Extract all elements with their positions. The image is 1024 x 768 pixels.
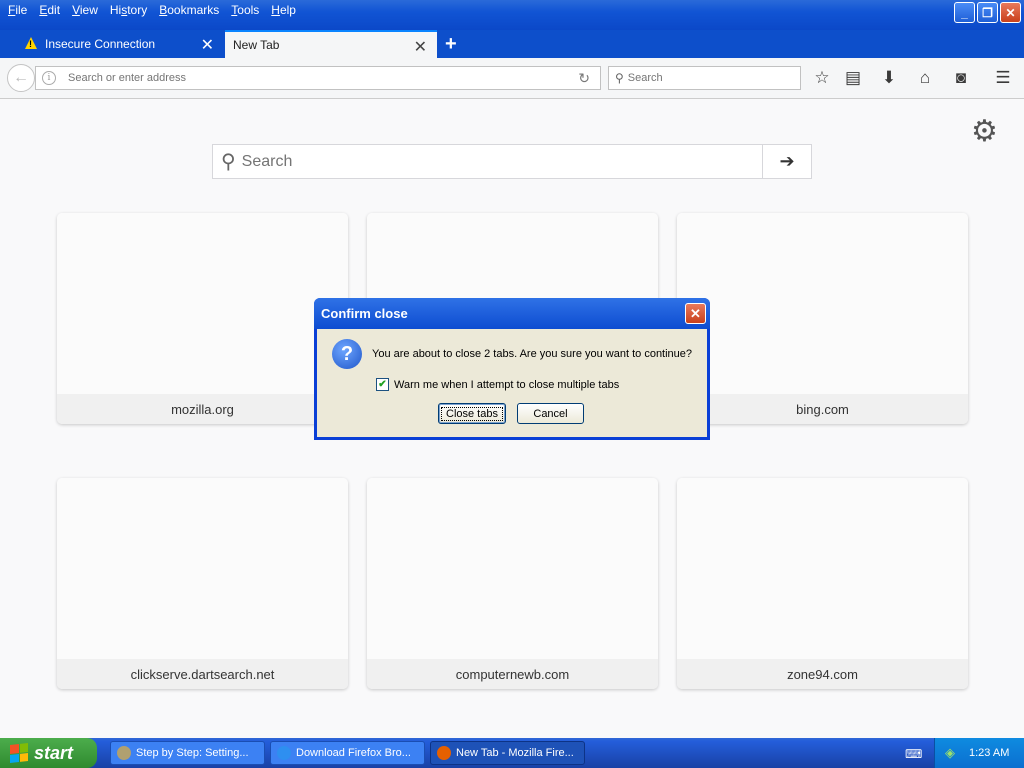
tile-thumbnail: [677, 478, 968, 659]
warning-mark-icon: !: [29, 39, 32, 49]
confirm-close-dialog: Confirm close ✕ ? You are about to close…: [314, 298, 710, 440]
tab-strip: ! Insecure Connection ✕ New Tab ✕: [0, 30, 1024, 58]
top-site-tile[interactable]: computernewb.com: [367, 478, 658, 689]
dialog-close-button[interactable]: ✕: [685, 303, 706, 324]
clock: 1:23 AM: [969, 747, 1010, 759]
taskbar-item-download-firefox[interactable]: Download Firefox Bro...: [270, 741, 425, 765]
tile-thumbnail: [677, 213, 968, 394]
top-site-tile[interactable]: mozilla.org: [57, 213, 348, 424]
system-tray: ◈ 1:23 AM: [934, 738, 1024, 768]
menu-help[interactable]: Help: [267, 3, 301, 17]
bookmark-star-icon[interactable]: ☆: [812, 68, 832, 88]
ie-icon: [277, 746, 291, 760]
content-search-input[interactable]: [241, 152, 742, 171]
tab-label: New Tab: [233, 38, 280, 52]
tab-close-icon[interactable]: ✕: [201, 35, 214, 55]
tab-label: Insecure Connection: [45, 37, 156, 51]
close-window-button[interactable]: ✕: [1000, 2, 1021, 23]
cancel-button[interactable]: Cancel: [517, 403, 584, 424]
window-controls: _ ❐ ✕: [954, 2, 1021, 23]
menu-accelerator: F: [8, 3, 16, 17]
tab-insecure-connection[interactable]: ! Insecure Connection ✕: [0, 30, 224, 58]
search-submit-button[interactable]: ➔: [762, 145, 811, 178]
search-icon: ⚲: [615, 71, 624, 85]
reload-icon[interactable]: ↻: [578, 70, 590, 87]
firefox-icon: [437, 746, 451, 760]
close-tabs-button[interactable]: Close tabs: [438, 403, 506, 424]
toolbar-search-box[interactable]: ⚲: [608, 66, 801, 90]
back-button[interactable]: ←: [7, 64, 35, 92]
app-icon: [117, 746, 131, 760]
windows-logo-icon: [10, 743, 28, 763]
menu-accelerator: H: [271, 3, 280, 17]
menu-history[interactable]: History: [106, 3, 152, 17]
keyboard-icon[interactable]: ⌨: [905, 747, 922, 761]
taskbar-item-new-tab-firefox[interactable]: New Tab - Mozilla Fire...: [430, 741, 585, 765]
network-icon[interactable]: ◈: [945, 745, 955, 761]
top-site-tile[interactable]: clickserve.dartsearch.net: [57, 478, 348, 689]
menu-view[interactable]: View: [68, 3, 103, 17]
url-bar[interactable]: i ↻: [35, 66, 601, 90]
dialog-message: You are about to close 2 tabs. Are you s…: [372, 348, 693, 360]
minimize-button[interactable]: _: [954, 2, 975, 23]
top-site-tile[interactable]: zone94.com: [677, 478, 968, 689]
menu-accelerator: E: [39, 3, 48, 17]
taskbar: start Step by Step: Setting... Download …: [0, 738, 1024, 768]
start-label: start: [34, 742, 74, 763]
taskbar-item-label: Step by Step: Setting...: [136, 747, 249, 759]
warn-checkbox-row[interactable]: ✔ Warn me when I attempt to close multip…: [376, 378, 619, 391]
title-bar: File Edit View History Bookmarks Tools H…: [0, 0, 1024, 30]
menu-edit[interactable]: Edit: [35, 3, 65, 17]
warn-checkbox[interactable]: ✔: [376, 378, 389, 391]
menu-tools[interactable]: Tools: [227, 3, 264, 17]
tab-new-tab[interactable]: New Tab ✕: [225, 30, 437, 58]
search-icon: ⚲: [221, 151, 236, 173]
home-icon[interactable]: ⌂: [915, 68, 935, 88]
menu-hamburger-icon[interactable]: ☰: [993, 68, 1013, 88]
menu-accelerator: s: [121, 3, 128, 17]
dialog-title: Confirm close: [314, 298, 710, 329]
tab-close-icon[interactable]: ✕: [414, 37, 427, 57]
taskbar-item-label: Download Firefox Bro...: [296, 747, 411, 759]
gear-icon[interactable]: ⚙: [971, 114, 998, 149]
pocket-icon[interactable]: ◙: [951, 68, 971, 88]
taskbar-item-label: New Tab - Mozilla Fire...: [456, 747, 574, 759]
tile-thumbnail: [57, 213, 348, 394]
tile-label: computernewb.com: [367, 659, 658, 689]
menu-accelerator: V: [72, 3, 80, 17]
warn-checkbox-label: Warn me when I attempt to close multiple…: [394, 378, 620, 391]
menu-accelerator: T: [231, 3, 238, 17]
new-tab-button[interactable]: +: [445, 33, 457, 56]
downloads-icon[interactable]: ⬇: [879, 68, 899, 88]
tile-label: bing.com: [677, 394, 968, 424]
content-search-box[interactable]: ⚲ ➔: [212, 144, 812, 179]
bookmarks-list-icon[interactable]: ▤: [843, 68, 863, 88]
menu-accelerator: B: [159, 3, 168, 17]
menu-bar: File Edit View History Bookmarks Tools H…: [4, 3, 304, 17]
close-tabs-label: Close tabs: [441, 406, 503, 421]
info-icon[interactable]: i: [42, 71, 56, 85]
address-input[interactable]: [68, 72, 558, 84]
dialog-body: ? You are about to close 2 tabs. Are you…: [317, 329, 707, 437]
maximize-button[interactable]: ❐: [977, 2, 998, 23]
taskbar-item-step-by-step[interactable]: Step by Step: Setting...: [110, 741, 265, 765]
menu-bookmarks[interactable]: Bookmarks: [155, 3, 224, 17]
tile-thumbnail: [367, 478, 658, 659]
toolbar-search-input[interactable]: [627, 72, 788, 84]
start-button[interactable]: start: [0, 738, 97, 768]
navigation-toolbar: ← i ↻ ⚲ ☆ ▤ ⬇ ⌂ ◙ ☰: [0, 58, 1024, 99]
top-site-tile[interactable]: bing.com: [677, 213, 968, 424]
tile-label: clickserve.dartsearch.net: [57, 659, 348, 689]
tile-label: zone94.com: [677, 659, 968, 689]
question-icon: ?: [332, 339, 362, 369]
tile-thumbnail: [57, 478, 348, 659]
menu-file[interactable]: File: [4, 3, 32, 17]
tile-label: mozilla.org: [57, 394, 348, 424]
